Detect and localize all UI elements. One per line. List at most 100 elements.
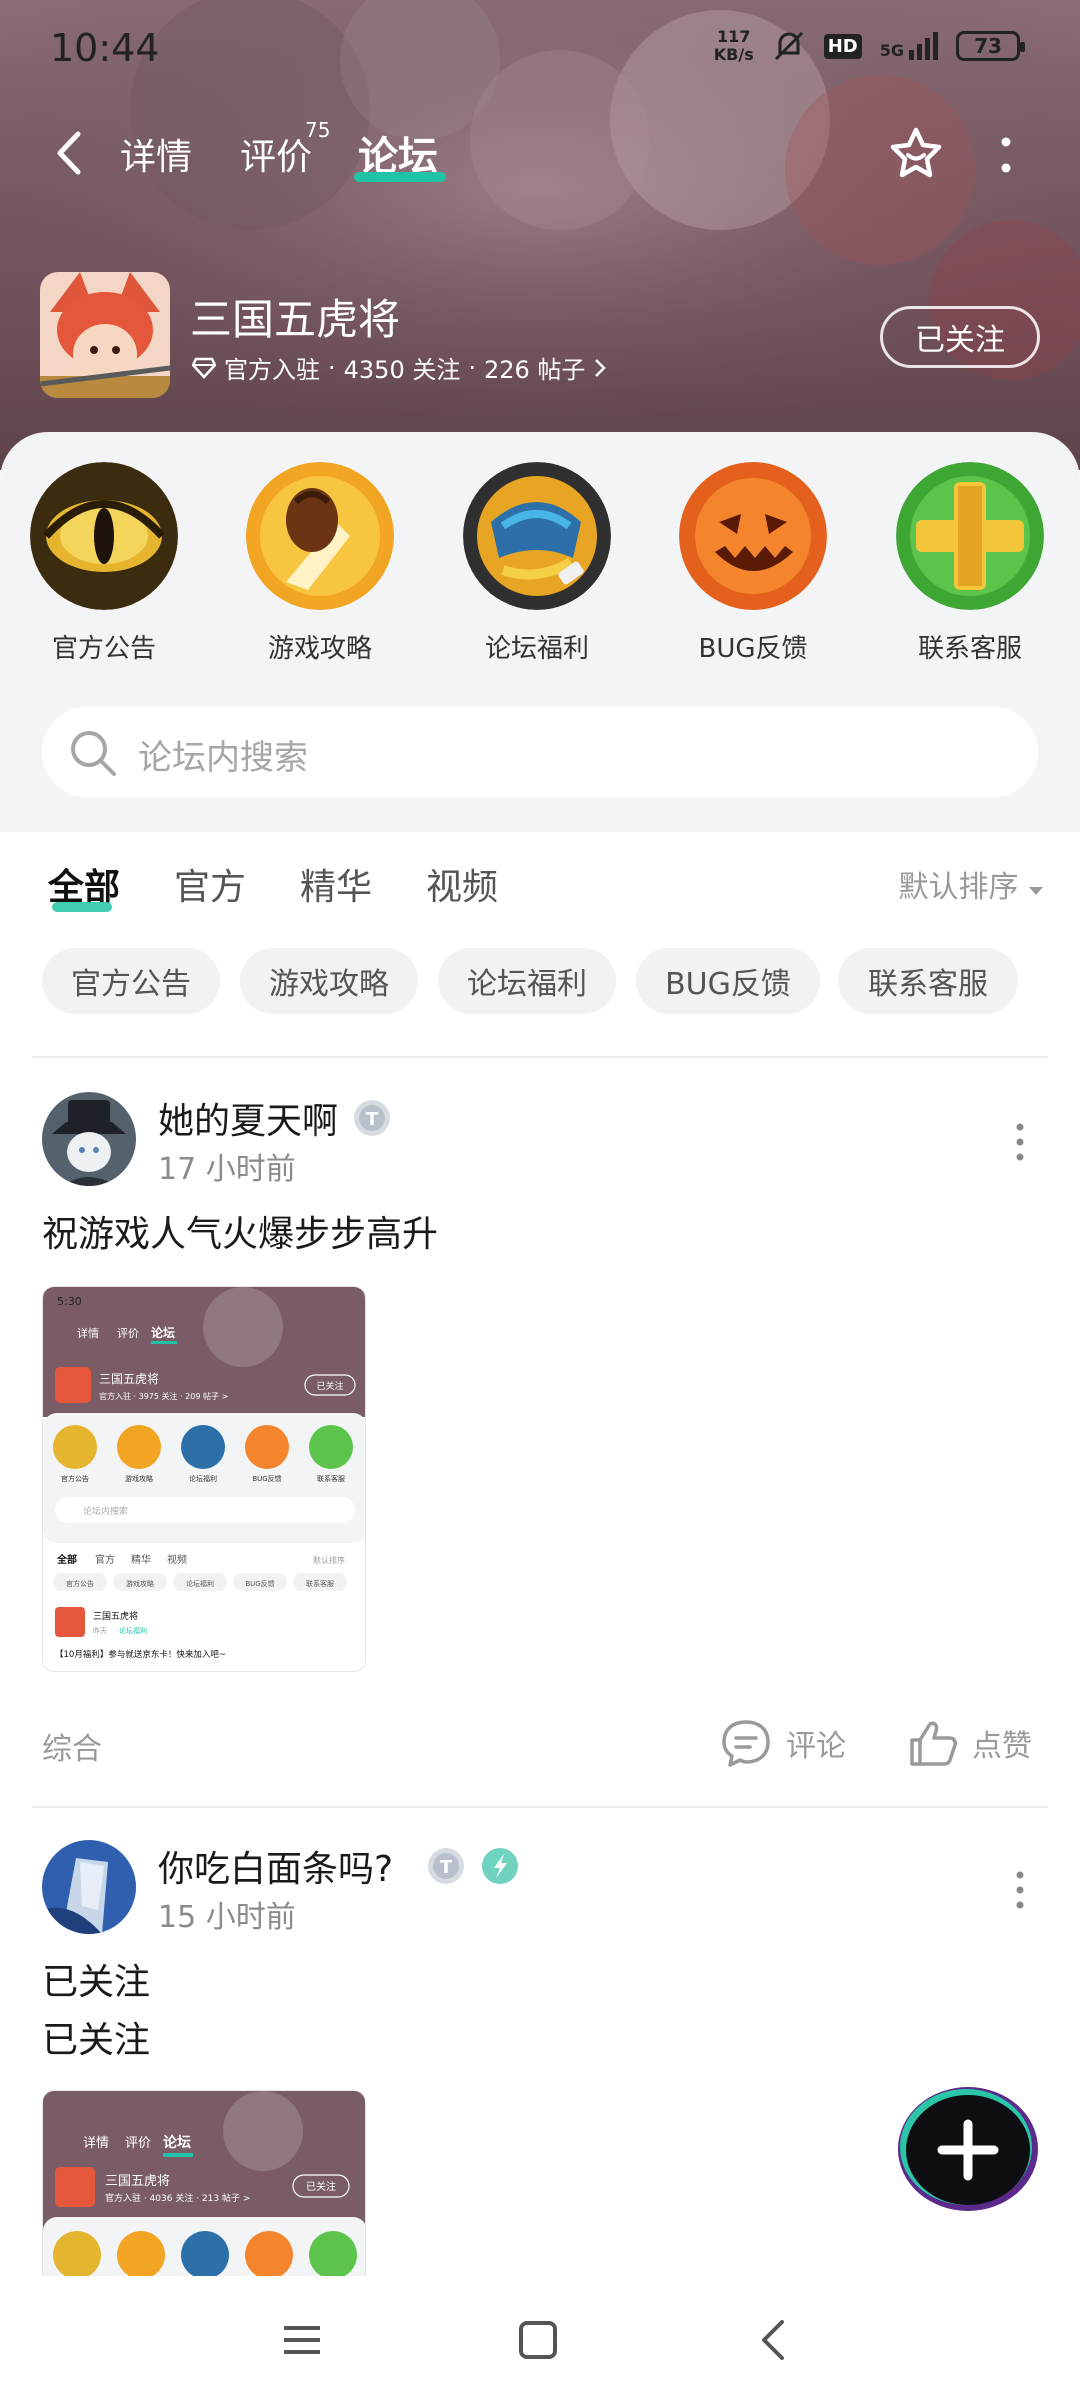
forum-categories-panel: 官方公告 游戏攻略 论坛福利 BUG反馈 联系客服 论坛内搜索 [0, 432, 1080, 832]
signal-icon: 5G [880, 32, 938, 60]
post-image-screenshot[interactable]: 详情 评价 论坛 三国五虎将 官方入驻 · 4036 关注 · 213 帖子 >… [42, 2090, 366, 2276]
post-time: 17 小时前 [158, 1152, 296, 1187]
level-badge-icon: T [428, 1848, 464, 1884]
svg-text:三国五虎将: 三国五虎将 [105, 2174, 170, 2189]
svg-text:论坛福利: 论坛福利 [189, 1474, 217, 1483]
chip-customer-service[interactable]: 联系客服 [838, 948, 1018, 1014]
category-forum-welfare[interactable]: 论坛福利 [447, 462, 627, 665]
post-image-screenshot[interactable]: 5:30 详情 评价 论坛 三国五虎将 官方入驻 · 3975 关注 · 209… [42, 1286, 366, 1672]
like-button[interactable]: 点赞 [908, 1718, 1032, 1768]
forum-search-box[interactable]: 论坛内搜索 [42, 706, 1038, 798]
game-stats[interactable]: 官方入驻 · 4350 关注 · 226 帖子 [192, 350, 607, 385]
search-placeholder: 论坛内搜索 [138, 738, 308, 778]
status-time: 10:44 [50, 26, 160, 70]
follow-button[interactable]: 已关注 [880, 306, 1040, 368]
category-official-notice[interactable]: 官方公告 [14, 462, 194, 665]
tab-details[interactable]: 详情 [120, 128, 192, 180]
avatar[interactable] [42, 1092, 136, 1186]
svg-text:【10月福利】参与就送京东卡！快来加入吧~: 【10月福利】参与就送京东卡！快来加入吧~ [55, 1649, 226, 1660]
svg-text:T: T [440, 1857, 453, 1878]
fist-icon [246, 462, 394, 610]
tab-reviews[interactable]: 评价 [240, 128, 312, 180]
svg-text:论坛: 论坛 [151, 1325, 175, 1340]
status-bar: 10:44 117 KB/s HD 5G 73 [0, 0, 1080, 100]
more-options-icon[interactable] [992, 134, 1020, 178]
svg-text:已关注: 已关注 [306, 2180, 336, 2193]
filter-tab-official[interactable]: 官方 [174, 858, 246, 910]
post-body: 祝游戏人气火爆步步高升 [42, 1214, 439, 1255]
category-shortcuts: 官方公告 游戏攻略 论坛福利 BUG反馈 联系客服 [0, 462, 1080, 665]
post-author[interactable]: 你吃白面条吗? [158, 1840, 393, 1892]
system-navigation-bar [0, 2276, 1080, 2400]
post-more-icon[interactable] [1014, 1122, 1026, 1162]
svg-text:5:30: 5:30 [57, 1295, 82, 1308]
svg-text:详情: 详情 [77, 1326, 99, 1340]
svg-text:默认排序: 默认排序 [313, 1555, 345, 1565]
post-author[interactable]: 她的夏天啊 [158, 1092, 338, 1144]
chip-forum-welfare[interactable]: 论坛福利 [438, 948, 616, 1014]
filter-tab-featured[interactable]: 精华 [300, 858, 372, 910]
svg-text:官方入驻 · 4036 关注 · 213 帖子 >: 官方入驻 · 4036 关注 · 213 帖子 > [105, 2192, 250, 2204]
svg-text:全部: 全部 [56, 1553, 77, 1566]
svg-text:官方公告: 官方公告 [61, 1474, 89, 1483]
svg-text:官方入驻 · 3975 关注 · 209 帖子 >: 官方入驻 · 3975 关注 · 209 帖子 > [99, 1391, 228, 1401]
new-post-fab[interactable] [894, 2084, 1042, 2214]
back-arrow-icon[interactable] [50, 128, 90, 178]
game-info: 三国五虎将 官方入驻 · 4350 关注 · 226 帖子 已关注 [40, 272, 1040, 402]
svg-text:联系客服: 联系客服 [317, 1474, 345, 1483]
svg-text:三国五虎将: 三国五虎将 [93, 1610, 138, 1622]
chevron-right-icon [595, 358, 607, 377]
game-app-icon[interactable] [40, 272, 170, 398]
game-title: 三国五虎将 [190, 295, 401, 344]
hd-icon: HD [823, 33, 862, 59]
net-speed: 117 KB/s [713, 27, 754, 64]
favorite-star-icon[interactable] [886, 124, 946, 184]
home-square-icon[interactable] [516, 2318, 560, 2362]
search-icon [71, 731, 116, 776]
status-icons: 117 KB/s HD 5G 73 [713, 27, 1025, 64]
category-game-guide[interactable]: 游戏攻略 [230, 462, 410, 665]
svg-text:论坛福利: 论坛福利 [119, 1626, 147, 1635]
sort-dropdown[interactable]: 默认排序 [898, 862, 1044, 906]
gift-fist-icon [463, 462, 611, 610]
category-chips: 官方公告 游戏攻略 论坛福利 BUG反馈 联系客服 [0, 948, 1080, 1014]
battery-icon: 73 [956, 31, 1025, 61]
svg-text:游戏攻略: 游戏攻略 [126, 1579, 154, 1588]
svg-text:评价: 评价 [117, 1327, 139, 1340]
post-card[interactable]: 她的夏天啊 T 17 小时前 祝游戏人气火爆步步高升 5:30 详情 评价 论坛… [0, 1092, 1080, 1792]
svg-text:评价: 评价 [125, 2136, 151, 2151]
category-customer-service[interactable]: 联系客服 [880, 462, 1060, 665]
svg-text:详情: 详情 [83, 2136, 109, 2151]
svg-text:昨天: 昨天 [93, 1626, 107, 1635]
filter-tab-video[interactable]: 视频 [426, 858, 498, 910]
back-triangle-icon[interactable] [752, 2318, 796, 2362]
svg-text:论坛内搜索: 论坛内搜索 [83, 1505, 128, 1517]
avatar[interactable] [42, 1840, 136, 1934]
eye-icon [30, 462, 178, 610]
post-more-icon[interactable] [1014, 1870, 1026, 1910]
svg-text:官方: 官方 [95, 1553, 115, 1566]
svg-text:联系客服: 联系客服 [306, 1579, 334, 1588]
svg-text:视频: 视频 [167, 1553, 187, 1566]
plus-icon [896, 462, 1044, 610]
activity-badge-icon [482, 1848, 518, 1884]
category-bug-report[interactable]: BUG反馈 [663, 462, 843, 665]
top-navigation: 详情 评价 75 论坛 [0, 110, 1080, 190]
menu-icon[interactable] [280, 2318, 324, 2362]
official-label: 官方入驻 [224, 356, 320, 384]
thumbs-up-icon [910, 1721, 957, 1766]
chip-official-notice[interactable]: 官方公告 [42, 948, 220, 1014]
divider [32, 1056, 1048, 1058]
post-category-tag[interactable]: 综合 [42, 1724, 102, 1768]
divider [32, 1806, 1048, 1808]
svg-text:已关注: 已关注 [316, 1380, 343, 1392]
svg-text:论坛福利: 论坛福利 [186, 1579, 214, 1588]
game-header-banner: 10:44 117 KB/s HD 5G 73 详情 评价 75 论坛 三国五虎… [0, 0, 1080, 470]
chip-bug-report[interactable]: BUG反馈 [636, 948, 820, 1014]
mute-icon [774, 31, 803, 61]
chip-game-guide[interactable]: 游戏攻略 [240, 948, 418, 1014]
level-badge-icon: T [354, 1100, 390, 1136]
post-filter-tabs: 全部 官方 精华 视频 默认排序 [0, 850, 1080, 920]
comment-button[interactable]: 评论 [720, 1718, 846, 1768]
post-footer: 综合 评论 点赞 [42, 1718, 1042, 1778]
